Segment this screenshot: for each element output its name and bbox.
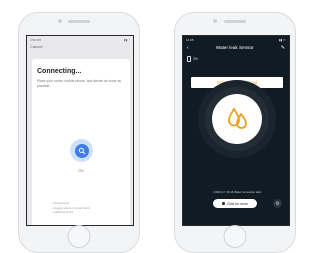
alert-banner: Notice water detected (191, 77, 283, 88)
status-time: 4:58 PM (30, 37, 42, 42)
front-camera (213, 19, 217, 23)
status-icons: ▮▮ ▭ (279, 37, 286, 42)
phone-left: 4:58 PM ▮▮ ◔ Cancel Connecting... Place … (18, 12, 140, 253)
water-drops-icon (228, 108, 247, 129)
status-circle (212, 94, 262, 144)
status-icons: ▮▮ ◔ (124, 37, 130, 42)
status-bar: 4:58 PM ▮▮ ◔ (27, 36, 133, 43)
status-time: 14:05 (186, 37, 194, 42)
water-leak-screen: 14:05 ▮▮ ▭ ‹ Water leak Sensor ✎ 3% Noti… (182, 35, 290, 226)
dot-icon (222, 202, 226, 205)
progress-percent: 0% (78, 169, 84, 173)
page-title: Connecting... (37, 68, 82, 75)
history-entry: • 2020-3-7 16:16 Water immersion alert (212, 190, 262, 194)
back-arrow-icon[interactable]: ‹ (187, 45, 189, 51)
battery-level: 3% (193, 57, 198, 61)
progress-ring (70, 139, 93, 162)
step-item: Initializing device (52, 211, 90, 216)
nav-header: ‹ Water leak Sensor ✎ (183, 43, 289, 52)
connecting-instructions: Place your router, mobile phone, and dev… (37, 79, 122, 88)
search-icon (74, 143, 89, 158)
connection-steps: Device found Register device to Smart Cl… (52, 202, 90, 216)
home-button[interactable] (67, 225, 91, 248)
earpiece-speaker (224, 20, 246, 23)
click-for-more-button[interactable]: Click for more (213, 199, 257, 208)
status-bar: 14:05 ▮▮ ▭ (183, 36, 289, 43)
earpiece-speaker (68, 20, 90, 23)
cancel-button[interactable]: Cancel (27, 43, 133, 50)
settings-icon[interactable]: ⚙ (273, 199, 282, 208)
home-button[interactable] (223, 225, 247, 248)
phone-right: 14:05 ▮▮ ▭ ‹ Water leak Sensor ✎ 3% Noti… (174, 12, 296, 253)
battery-status: 3% (187, 56, 198, 62)
page-title: Water leak Sensor (215, 45, 254, 50)
battery-icon (187, 56, 191, 62)
front-camera (58, 19, 62, 23)
connecting-card: Connecting... Place your router, mobile … (32, 59, 130, 225)
more-label: Click for more (227, 201, 248, 206)
connecting-screen: 4:58 PM ▮▮ ◔ Cancel Connecting... Place … (26, 35, 134, 226)
edit-icon[interactable]: ✎ (281, 45, 285, 51)
